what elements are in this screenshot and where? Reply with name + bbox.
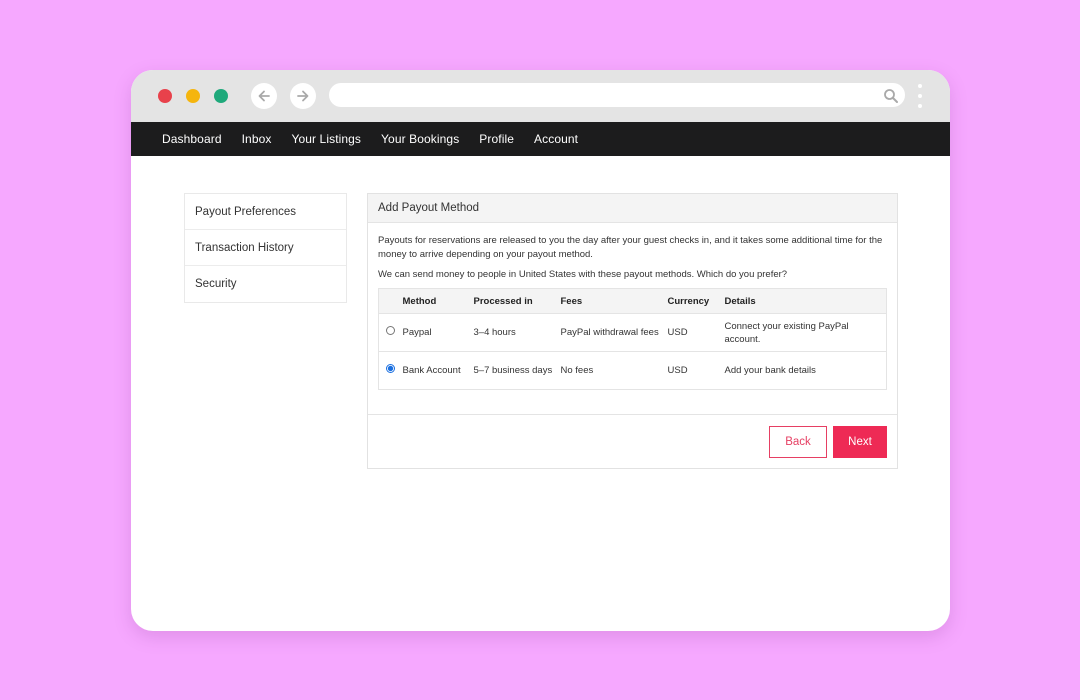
sidebar-item-security[interactable]: Security — [185, 266, 346, 302]
column-header-currency: Currency — [667, 288, 725, 314]
column-header-details: Details — [724, 288, 887, 314]
main-nav: Dashboard Inbox Your Listings Your Booki… — [131, 122, 950, 156]
payout-methods-table: Method Processed in Fees Currency Detail… — [378, 288, 887, 390]
search-icon[interactable] — [883, 88, 899, 104]
nav-item-profile[interactable]: Profile — [479, 132, 514, 146]
maximize-window-dot[interactable] — [214, 89, 228, 103]
radio-column-header — [378, 288, 403, 314]
browser-forward-button[interactable] — [290, 83, 316, 109]
column-header-method: Method — [402, 288, 474, 314]
close-window-dot[interactable] — [158, 89, 172, 103]
sidebar-item-payout-preferences[interactable]: Payout Preferences — [185, 194, 346, 230]
paypal-radio[interactable] — [386, 326, 396, 335]
nav-item-account[interactable]: Account — [534, 132, 578, 146]
payout-method-panel: Add Payout Method Payouts for reservatio… — [367, 193, 898, 469]
account-sidebar: Payout Preferences Transaction History S… — [184, 193, 347, 303]
payout-question-text: We can send money to people in United St… — [378, 269, 788, 280]
address-bar-input[interactable] — [329, 83, 905, 107]
details-cell: Add your bank details — [724, 365, 816, 376]
column-header-processed-in: Processed in — [473, 288, 561, 314]
arrow-left-icon — [258, 90, 270, 102]
fees-cell: PayPal withdrawal fees — [560, 313, 668, 352]
table-row[interactable]: Bank Account 5–7 business days No fees U… — [379, 352, 887, 390]
kebab-menu-icon[interactable] — [913, 82, 927, 110]
browser-toolbar — [131, 70, 950, 122]
next-button[interactable]: Next — [833, 426, 887, 458]
currency-cell: USD — [667, 365, 688, 376]
nav-item-inbox[interactable]: Inbox — [242, 132, 272, 146]
nav-item-your-bookings[interactable]: Your Bookings — [381, 132, 459, 146]
table-header-row: Method Processed in Fees Currency Detail… — [378, 288, 887, 314]
processed-cell: 5–7 business days — [473, 365, 553, 376]
nav-item-dashboard[interactable]: Dashboard — [162, 132, 222, 146]
method-cell: Paypal — [402, 313, 474, 352]
minimize-window-dot[interactable] — [186, 89, 200, 103]
browser-back-button[interactable] — [251, 83, 277, 109]
panel-title: Add Payout Method — [368, 194, 897, 223]
nav-item-your-listings[interactable]: Your Listings — [291, 132, 361, 146]
fees-cell: No fees — [560, 365, 594, 376]
arrow-right-icon — [297, 90, 309, 102]
method-cell: Bank Account — [402, 365, 461, 376]
payout-intro-text: Payouts for reservations are released to… — [378, 235, 883, 260]
sidebar-item-transaction-history[interactable]: Transaction History — [185, 230, 346, 266]
browser-window: Dashboard Inbox Your Listings Your Booki… — [131, 70, 950, 631]
table-row[interactable]: Paypal 3–4 hours PayPal withdrawal fees … — [378, 313, 887, 352]
processed-cell: 3–4 hours — [473, 313, 561, 352]
bank-account-radio[interactable] — [386, 364, 396, 373]
panel-footer: Back Next — [368, 414, 897, 468]
details-cell: Connect your existing PayPal account. — [724, 313, 887, 352]
currency-cell: USD — [667, 313, 725, 352]
column-header-fees: Fees — [560, 288, 668, 314]
back-button[interactable]: Back — [769, 426, 827, 458]
